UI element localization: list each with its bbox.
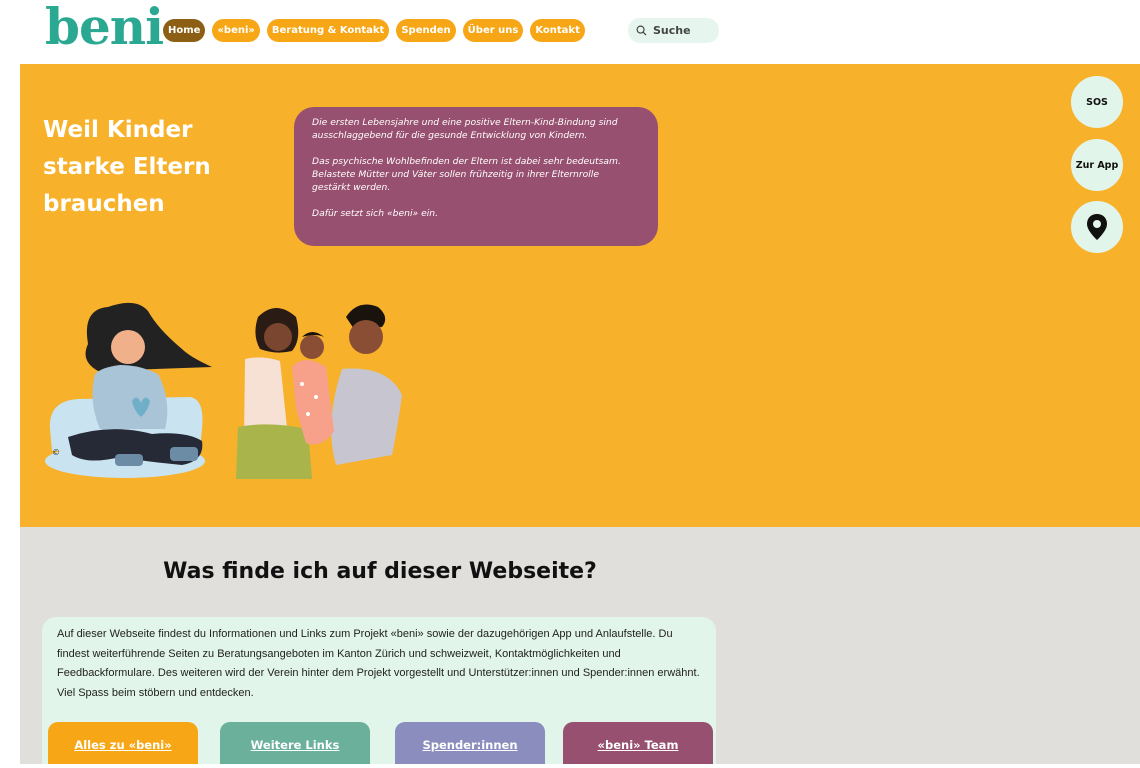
info-text: Auf dieser Webseite findest du Informati… <box>57 628 700 699</box>
nav-beratung-kontakt[interactable]: Beratung & Kontakt <box>266 19 390 42</box>
hero-intro-box: Die ersten Lebensjahre und eine positive… <box>294 107 658 246</box>
location-button[interactable] <box>1069 199 1125 255</box>
hero-paragraph: Die ersten Lebensjahre und eine positive… <box>312 117 618 141</box>
search-box[interactable] <box>628 18 719 43</box>
sos-button[interactable]: SOS <box>1069 74 1125 130</box>
hero-paragraph: Dafür setzt sich «beni» ein. <box>312 208 439 219</box>
info-card: Auf dieser Webseite findest du Informati… <box>42 617 716 764</box>
site-header: beni Home «beni» Beratung & Kontakt Spen… <box>0 0 1140 64</box>
copyright-mark: © <box>52 448 60 457</box>
main-nav: Home «beni» Beratung & Kontakt Spenden Ü… <box>163 19 585 42</box>
app-button[interactable]: Zur App <box>1069 137 1125 193</box>
card-spender-innen[interactable]: Spender:innen <box>395 722 545 764</box>
hero-paragraph: Das psychische Wohlbefinden der Eltern i… <box>312 156 621 193</box>
nav-spenden[interactable]: Spenden <box>396 19 456 42</box>
family-illustration: © <box>45 302 402 479</box>
nav-kontakt[interactable]: Kontakt <box>530 19 585 42</box>
hero-section: Weil Kinder starke Eltern brauchen Die e… <box>20 64 1140 527</box>
search-icon <box>636 25 647 36</box>
card-alles-zu-beni[interactable]: Alles zu «beni» <box>48 722 198 764</box>
search-input[interactable] <box>653 24 713 37</box>
section-title: Was finde ich auf dieser Webseite? <box>163 559 597 584</box>
nav-beni[interactable]: «beni» <box>212 19 260 42</box>
card-weitere-links[interactable]: Weitere Links <box>220 722 370 764</box>
nav-home[interactable]: Home <box>163 19 206 42</box>
hero-title: Weil Kinder starke Eltern brauchen <box>43 117 211 217</box>
card-beni-team[interactable]: «beni» Team <box>563 722 713 764</box>
info-section: Was finde ich auf dieser Webseite? Auf d… <box>20 527 1140 764</box>
nav-ueber-uns[interactable]: Über uns <box>462 19 524 42</box>
map-pin-icon <box>1087 214 1107 240</box>
beni-logo[interactable]: beni <box>45 2 164 52</box>
